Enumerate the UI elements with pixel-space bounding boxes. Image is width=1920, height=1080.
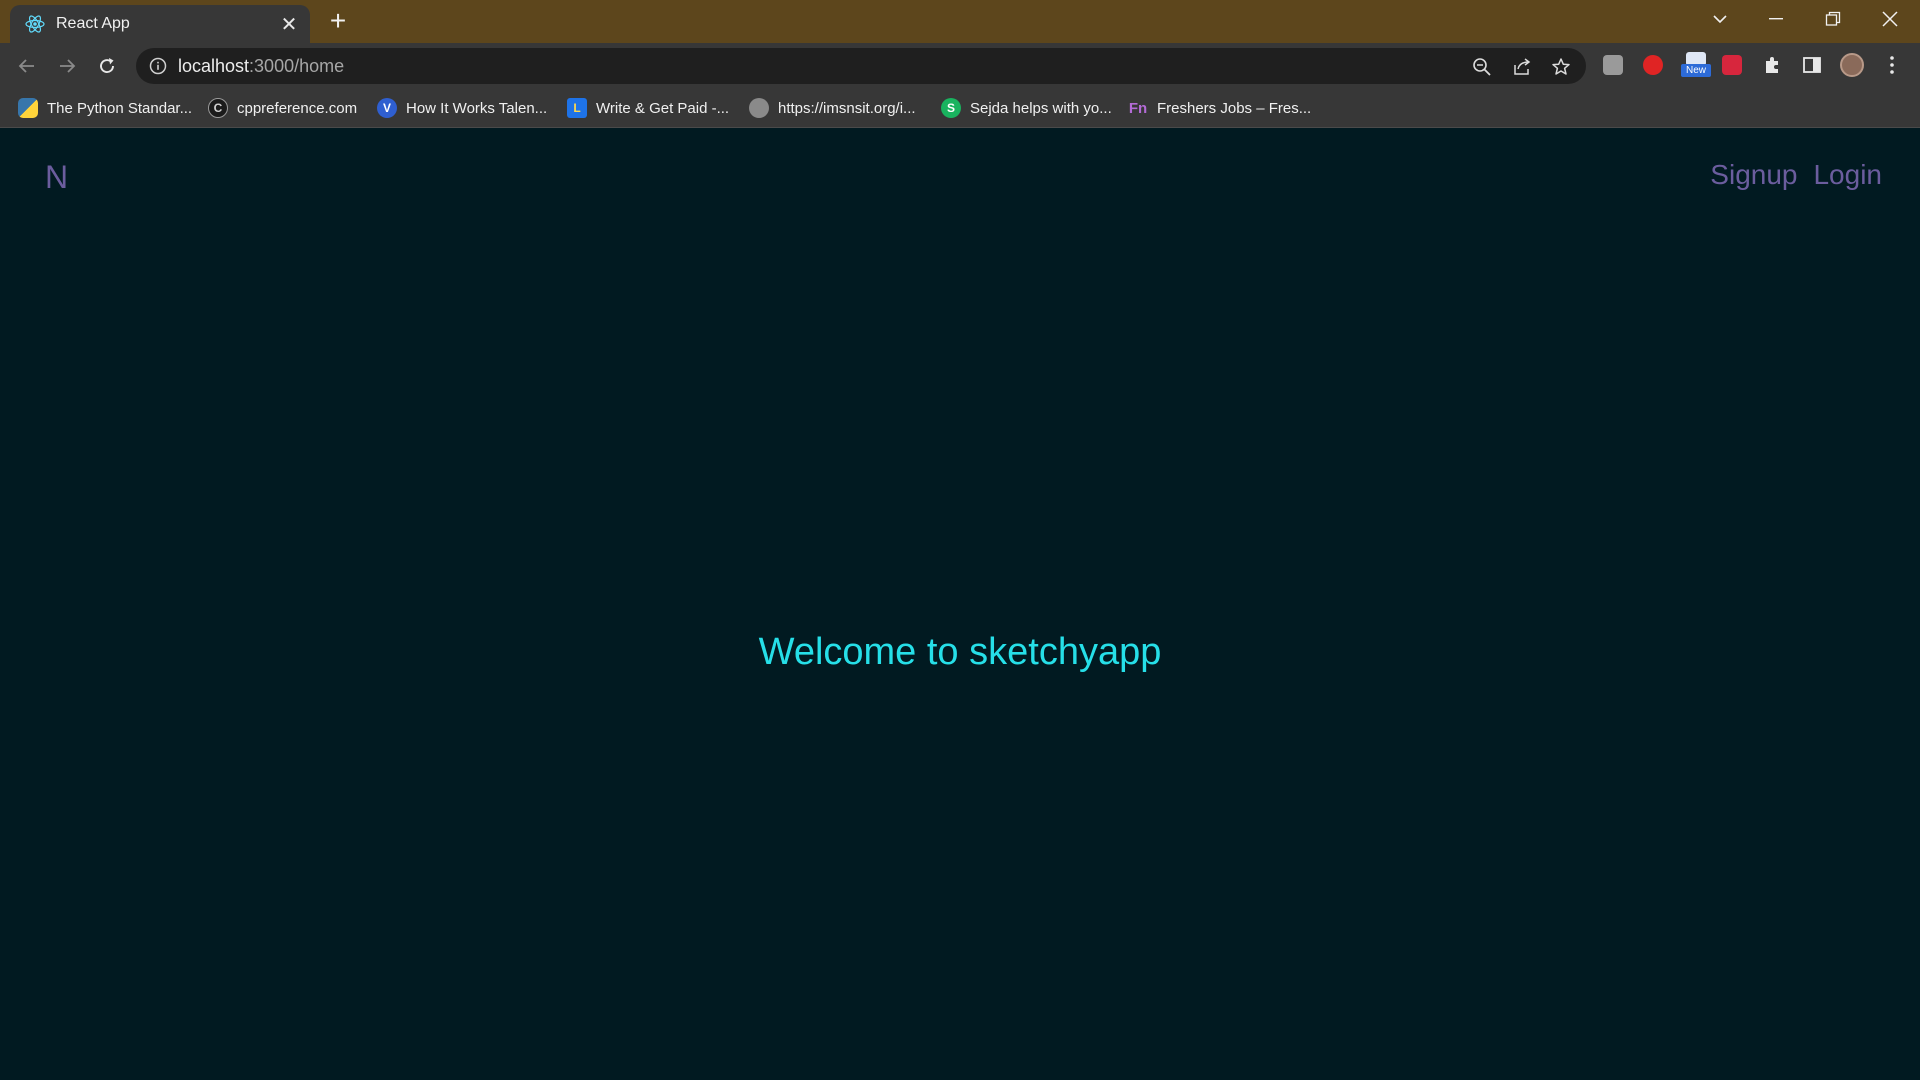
- tab-close-icon[interactable]: ✕: [278, 12, 300, 37]
- address-bar[interactable]: localhost:3000/home: [136, 48, 1586, 84]
- close-window-button[interactable]: [1862, 0, 1918, 38]
- bookmark-label: Freshers Jobs – Fres...: [1157, 99, 1312, 117]
- site-info-icon[interactable]: [149, 57, 167, 80]
- reload-button[interactable]: [92, 51, 122, 81]
- react-icon: [24, 13, 46, 35]
- app-nav: Signup Login: [1710, 159, 1882, 191]
- welcome-heading: Welcome to sketchyapp: [758, 631, 1162, 673]
- app-page: N Signup Login Welcome to sketchyapp: [0, 129, 1920, 1080]
- extension-new-icon[interactable]: New: [1680, 52, 1712, 77]
- bookmark-label: The Python Standar...: [47, 99, 193, 117]
- new-badge: New: [1681, 64, 1711, 77]
- python-icon: [18, 98, 38, 118]
- back-button[interactable]: [12, 51, 42, 81]
- bookmark-label: Write & Get Paid -...: [596, 99, 730, 117]
- profile-avatar[interactable]: [1840, 53, 1864, 77]
- extension-red-hand-icon[interactable]: [1641, 53, 1665, 77]
- browser-tab-active[interactable]: React App ✕: [10, 5, 310, 43]
- bookmark-cppreference[interactable]: C cppreference.com: [208, 96, 357, 120]
- app-logo[interactable]: N: [45, 159, 68, 196]
- cppreference-icon: C: [208, 98, 228, 118]
- bookmark-label: Sejda helps with yo...: [970, 99, 1112, 117]
- bookmark-how-it-works[interactable]: V How It Works Talen...: [377, 96, 547, 120]
- extension-grey-icon[interactable]: [1601, 53, 1625, 77]
- browser-title-bar: React App ✕ +: [0, 0, 1920, 43]
- signup-link[interactable]: Signup: [1710, 159, 1797, 191]
- bookmark-label: cppreference.com: [237, 99, 358, 117]
- tab-search-chevron-icon[interactable]: [1692, 0, 1748, 38]
- document-icon: L: [567, 98, 587, 118]
- side-panel-icon[interactable]: [1800, 53, 1824, 77]
- bookmark-freshers-jobs[interactable]: Fn Freshers Jobs – Fres...: [1128, 96, 1311, 120]
- tab-title: React App: [56, 15, 130, 32]
- bookmark-write-get-paid[interactable]: L Write & Get Paid -...: [567, 96, 729, 120]
- bookmark-sejda[interactable]: S Sejda helps with yo...: [941, 96, 1112, 120]
- minimize-button[interactable]: [1748, 0, 1804, 38]
- browser-toolbar: localhost:3000/home New: [0, 43, 1920, 88]
- fn-icon: Fn: [1128, 99, 1148, 117]
- bookmark-python[interactable]: The Python Standar...: [18, 96, 192, 120]
- bookmark-star-icon[interactable]: [1550, 56, 1572, 78]
- url-path: :3000/home: [249, 56, 345, 76]
- bookmark-label: https://imsnsit.org/i...: [778, 99, 916, 117]
- url-host: localhost: [178, 56, 250, 76]
- globe-icon: [749, 98, 769, 118]
- bookmark-imsnsit[interactable]: https://imsnsit.org/i...: [749, 96, 916, 120]
- bookmark-label: How It Works Talen...: [406, 99, 548, 117]
- zoom-icon[interactable]: [1471, 56, 1493, 78]
- share-icon[interactable]: [1511, 56, 1533, 78]
- url-text[interactable]: localhost:3000/home: [178, 56, 344, 77]
- new-tab-button[interactable]: +: [324, 7, 352, 35]
- v-icon: V: [377, 98, 397, 118]
- browser-menu-icon[interactable]: [1880, 53, 1904, 77]
- sejda-icon: S: [941, 98, 961, 118]
- extensions-puzzle-icon[interactable]: [1760, 53, 1784, 77]
- extension-red-box-icon[interactable]: [1720, 53, 1744, 77]
- forward-button[interactable]: [52, 51, 82, 81]
- login-link[interactable]: Login: [1813, 159, 1882, 191]
- restore-button[interactable]: [1805, 0, 1861, 38]
- bookmarks-bar: The Python Standar... C cppreference.com…: [0, 88, 1920, 128]
